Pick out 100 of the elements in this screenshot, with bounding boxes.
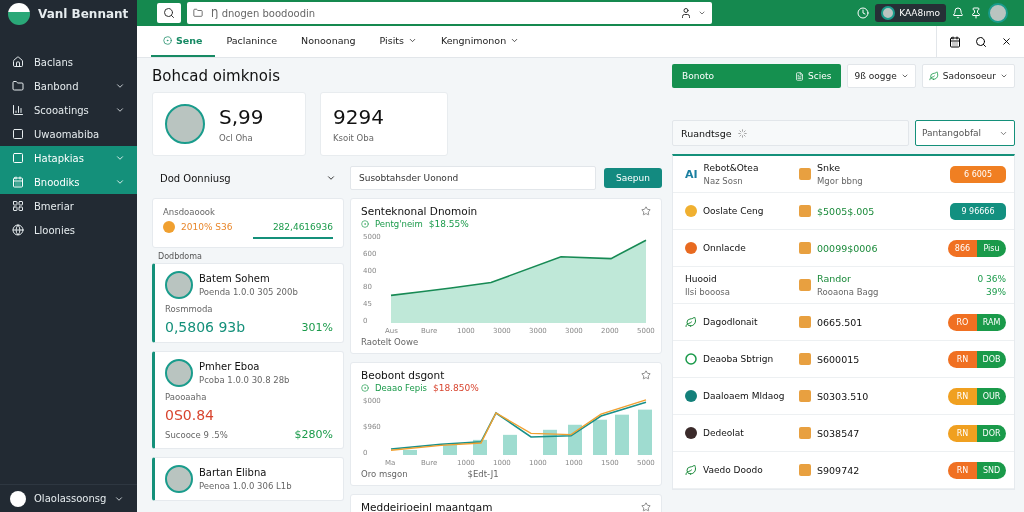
change-value: $18.850% xyxy=(432,383,479,393)
row-value: Randor xyxy=(817,273,852,284)
item-icon xyxy=(799,279,811,291)
chart-title: Beobont dsgont xyxy=(361,369,445,381)
list-row[interactable]: Daaloaem Mldaog S0303.510 RN OUR xyxy=(673,378,1014,415)
tab[interactable]: Kengnimonon xyxy=(428,26,532,57)
calendar-icon[interactable] xyxy=(949,35,961,48)
spinner-icon xyxy=(737,128,747,138)
list-row[interactable]: Dagodlonait 0665.501 RO RAM xyxy=(673,304,1014,341)
metric-value: 0S0.84 xyxy=(165,407,214,423)
item-icon xyxy=(799,316,811,328)
row-value: 00099$0006 xyxy=(817,242,878,254)
row-detail: Rooaona Bagg xyxy=(817,287,879,297)
tab[interactable]: Nonoonang xyxy=(289,26,368,57)
avatar xyxy=(165,465,193,493)
home-icon xyxy=(12,56,24,68)
coin-icon xyxy=(685,205,697,217)
sidebar-item[interactable]: Bmeriar xyxy=(0,194,137,218)
bar xyxy=(615,414,629,455)
dropdown[interactable]: Sadonsoeur xyxy=(921,64,1015,88)
dot-icon xyxy=(361,220,369,228)
sidebar-item[interactable]: Bnoodiks xyxy=(0,170,137,194)
calendar-icon xyxy=(12,176,24,188)
item-icon xyxy=(799,353,811,365)
sidebar-item[interactable]: Uwaomabiba xyxy=(0,122,137,146)
filter-select[interactable]: Dod Oonniusg xyxy=(152,166,344,190)
row-value: S0303.510 xyxy=(817,390,869,402)
dropdown[interactable]: Pantangobfal xyxy=(915,120,1015,146)
ring-icon xyxy=(685,353,697,365)
bell-icon[interactable] xyxy=(952,7,964,19)
search-button[interactable] xyxy=(157,3,181,23)
sidebar-item[interactable]: Hatapkias xyxy=(0,146,137,170)
dot-icon xyxy=(361,384,369,392)
summary-left: 2010% S36 xyxy=(181,222,233,232)
avatar[interactable] xyxy=(988,3,1008,23)
row-name: Deaoba Sbtrign xyxy=(703,354,774,364)
list-row[interactable]: Deaoba Sbtrign S600015 RN DOB xyxy=(673,341,1014,378)
person-name: Bartan Elibna xyxy=(199,467,268,478)
leaf-icon xyxy=(685,464,697,476)
row-value: 0665.501 xyxy=(817,316,863,328)
bar xyxy=(593,419,607,455)
user-name: Olaolassoonsg xyxy=(34,493,107,504)
percent: 39% xyxy=(986,286,1006,297)
dot-icon xyxy=(163,36,172,45)
card-title: Ansdoaoook xyxy=(163,207,216,217)
stat-value: 9294 xyxy=(333,105,384,129)
avatar xyxy=(881,6,896,20)
tab[interactable]: Sene xyxy=(151,26,215,57)
clock-icon[interactable] xyxy=(857,7,870,19)
star-icon[interactable] xyxy=(641,206,651,216)
list-row[interactable]: Vaedo Doodo S909742 RN SND xyxy=(673,452,1014,489)
row-name: Onnlacde xyxy=(703,243,746,253)
document-icon xyxy=(795,71,805,81)
grid-icon xyxy=(12,200,24,212)
item-icon xyxy=(799,464,811,476)
folder-icon xyxy=(193,8,203,18)
search-icon xyxy=(163,7,175,19)
field-value: Ruandtsge xyxy=(681,127,732,139)
sidebar-item[interactable]: Baclans xyxy=(0,50,137,74)
star-icon[interactable] xyxy=(641,370,651,380)
item-icon xyxy=(799,427,811,439)
search-button[interactable]: Saepun xyxy=(604,168,662,188)
row-name: Huooid xyxy=(685,273,718,284)
tab[interactable]: Paclanince xyxy=(214,26,290,57)
search-field[interactable]: Ruandtsge xyxy=(672,120,909,146)
bar-chart-icon xyxy=(12,104,24,116)
sidebar-item[interactable]: Lloonies xyxy=(0,218,137,242)
bar xyxy=(543,429,557,455)
dropdown[interactable]: 9ß oogge xyxy=(847,64,916,88)
search-icon[interactable] xyxy=(975,35,987,48)
list-row[interactable]: Ooslate Ceng $5005$.005 9 96666 xyxy=(673,193,1014,230)
logo: AI xyxy=(685,167,698,181)
user-chip[interactable]: KAA8ımo xyxy=(875,4,946,22)
row-value: S600015 xyxy=(817,353,860,365)
user-menu[interactable]: Olaolassoonsg xyxy=(0,484,137,512)
sidebar-item[interactable]: Scooatings xyxy=(0,98,137,122)
metric-label: Rosmmoda xyxy=(165,304,214,314)
avatar xyxy=(165,359,193,387)
stat-label: Ksoit Oba xyxy=(333,133,375,143)
list-row[interactable]: Huooid Ilsi booosa Randor Rooaona Bagg 0 36% 39% xyxy=(673,267,1014,304)
person-detail: Pcoba 1.0.0 30.8 28b xyxy=(199,375,290,385)
coin-icon xyxy=(163,221,175,233)
leaf-icon xyxy=(928,71,939,81)
status-badge: 6 6005 xyxy=(950,165,1006,183)
tab[interactable]: Pisits xyxy=(367,26,429,57)
row-detail: Naz Sosn xyxy=(703,175,744,186)
search-field[interactable]: Ŋ dnogen boodoodin xyxy=(187,2,712,24)
person-detail: Peenoa 1.0.0 306 L1b xyxy=(199,481,292,491)
pin-icon[interactable] xyxy=(970,7,982,19)
search-field[interactable]: Susobtahsder Uonond xyxy=(350,166,596,190)
list-row[interactable]: Onnlacde 00099$0006 866 Pisu xyxy=(673,230,1014,267)
star-icon[interactable] xyxy=(641,502,651,512)
primary-button[interactable]: Bonoto Scies xyxy=(672,64,842,88)
row-name: Daaloaem Mldaog xyxy=(703,391,785,401)
row-name: Ooslate Ceng xyxy=(703,206,764,216)
close-icon[interactable] xyxy=(1001,36,1012,47)
item-icon xyxy=(799,205,811,217)
list-row[interactable]: Dedeolat S038547 RN DOR xyxy=(673,415,1014,452)
sidebar-item[interactable]: Banbond xyxy=(0,74,137,98)
bar xyxy=(443,444,457,455)
